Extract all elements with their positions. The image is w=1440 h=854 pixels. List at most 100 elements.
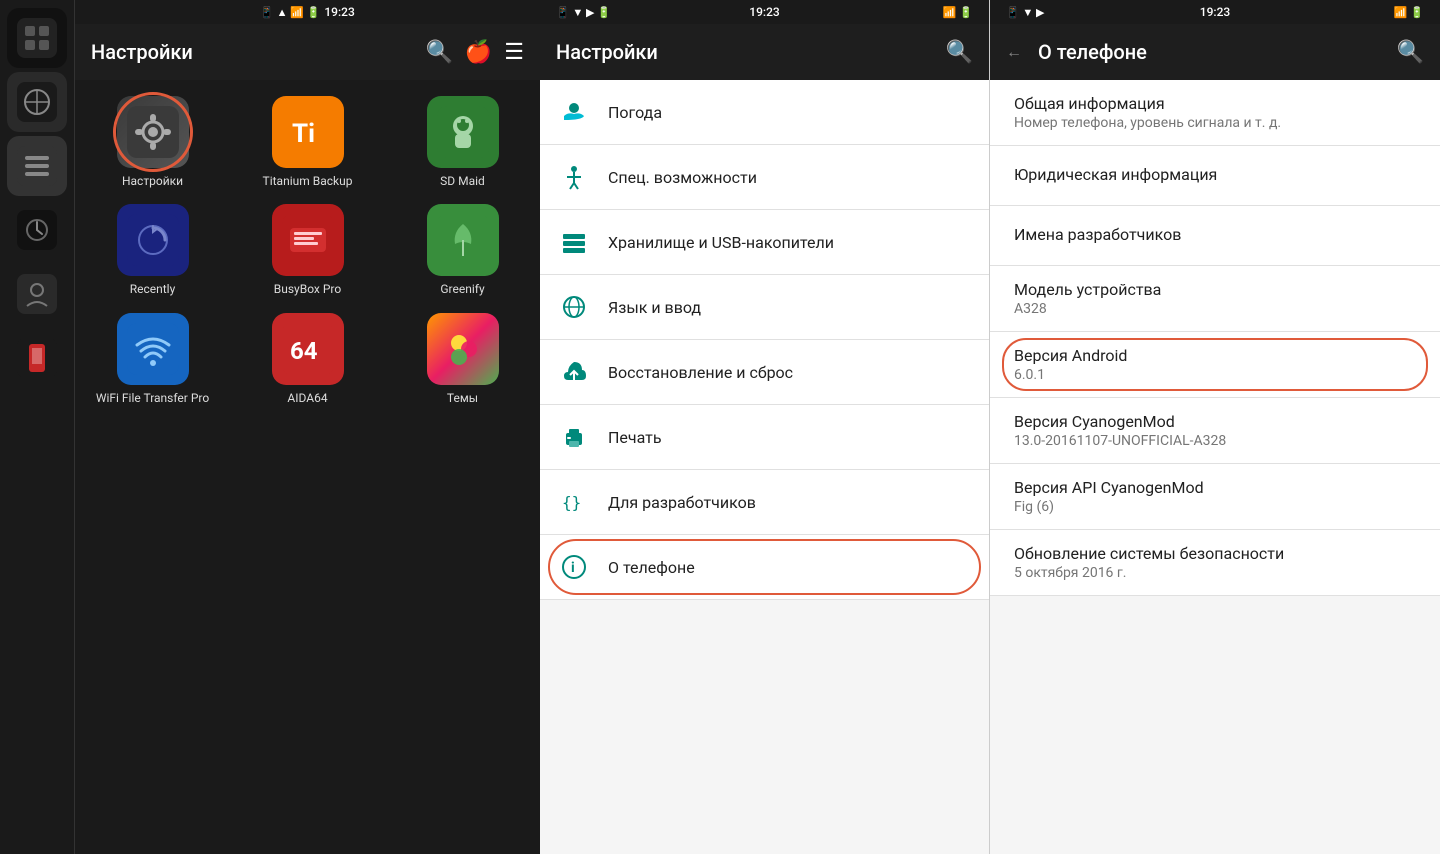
titanium-label: Titanium Backup (263, 174, 353, 188)
settings-item-accessibility[interactable]: Спец. возможности (540, 145, 989, 210)
app-nastroyki[interactable]: Настройки (83, 96, 222, 188)
language-label: Язык и ввод (608, 298, 701, 317)
aida-label: AIDA64 (287, 391, 327, 405)
about-general-title: Общая информация (1014, 94, 1416, 113)
about-cm-version[interactable]: Версия CyanogenMod 13.0-20161107-UNOFFIC… (990, 398, 1440, 464)
about-api-value: Fig (6) (1014, 499, 1416, 515)
about-search-icon[interactable]: 🔍 (1397, 40, 1424, 65)
aida-icon: 64 (272, 313, 344, 385)
settings-item-language[interactable]: Язык и ввод (540, 275, 989, 340)
settings-header-title: Настройки (556, 40, 934, 64)
accessibility-icon (556, 159, 592, 195)
settings-item-about[interactable]: i О телефоне (540, 535, 989, 600)
about-icon: i (556, 549, 592, 585)
accessibility-label: Спец. возможности (608, 168, 757, 187)
busybox-icon (272, 204, 344, 276)
about-legal-title: Юридическая информация (1014, 165, 1416, 184)
about-model-value: A328 (1014, 301, 1416, 317)
android-version-wrapper: Версия Android 6.0.1 (1014, 346, 1416, 383)
weather-icon (556, 94, 592, 130)
storage-label: Хранилище и USB-накопители (608, 233, 834, 252)
settings-list: Погода Спец. возможности (540, 80, 989, 854)
weather-label: Погода (608, 103, 662, 122)
side-icon-3[interactable] (7, 136, 67, 196)
about-panel: 📱 ▼ ▶ 19:23 📶 🔋 ← О телефоне 🔍 Общая инф… (990, 0, 1440, 854)
app-recently[interactable]: Recently (83, 204, 222, 296)
side-icon-4[interactable] (7, 200, 67, 260)
side-icon-5[interactable] (7, 264, 67, 324)
print-icon (556, 419, 592, 455)
app-grid: Настройки Ti Titanium Backup (75, 80, 540, 854)
app-aida[interactable]: 64 AIDA64 (238, 313, 377, 405)
about-general[interactable]: Общая информация Номер телефона, уровень… (990, 80, 1440, 146)
svg-text:64: 64 (290, 337, 318, 365)
about-android-value: 6.0.1 (1014, 367, 1416, 383)
about-devnames[interactable]: Имена разработчиков (990, 206, 1440, 266)
middle-header: Настройки 🔍 🍎 ☰ (75, 24, 540, 80)
nastroyki-label: Настройки (122, 174, 183, 188)
about-legal[interactable]: Юридическая информация (990, 146, 1440, 206)
about-general-value: Номер телефона, уровень сигнала и т. д. (1014, 115, 1416, 131)
middle-search-icon[interactable]: 🔍 (425, 40, 452, 65)
about-security-title: Обновление системы безопасности (1014, 544, 1416, 563)
middle-menu-icon[interactable]: ☰ (504, 40, 524, 65)
about-cm-title: Версия CyanogenMod (1014, 412, 1416, 431)
nastroyki-circle (113, 92, 193, 172)
about-security-value: 5 октября 2016 г. (1014, 565, 1416, 581)
settings-search-icon[interactable]: 🔍 (946, 40, 973, 65)
backup-label: Восстановление и сброс (608, 363, 793, 382)
svg-text:{}: {} (562, 493, 581, 512)
developer-icon: {} (556, 484, 592, 520)
app-titanium[interactable]: Ti Titanium Backup (238, 96, 377, 188)
themes-label: Темы (447, 391, 478, 405)
recently-icon (117, 204, 189, 276)
about-label: О телефоне (608, 558, 695, 577)
settings-header: Настройки 🔍 (540, 24, 989, 80)
print-label: Печать (608, 428, 662, 447)
settings-panel: 📱 ▼ ▶ 🔋 19:23 📶 🔋 Настройки 🔍 Погода (540, 0, 990, 854)
developer-label: Для разработчиков (608, 493, 756, 512)
about-api-version[interactable]: Версия API CyanogenMod Fig (6) (990, 464, 1440, 530)
about-list: Общая информация Номер телефона, уровень… (990, 80, 1440, 854)
about-api-title: Версия API CyanogenMod (1014, 478, 1416, 497)
settings-item-weather[interactable]: Погода (540, 80, 989, 145)
back-arrow[interactable]: ← (1006, 42, 1022, 62)
about-android-title: Версия Android (1014, 346, 1416, 365)
greenify-icon (427, 204, 499, 276)
settings-item-storage[interactable]: Хранилище и USB-накопители (540, 210, 989, 275)
settings-status-bar: 📱 ▼ ▶ 🔋 19:23 📶 🔋 (540, 0, 989, 24)
recently-label: Recently (130, 282, 176, 296)
middle-apple-icon[interactable]: 🍎 (465, 40, 492, 65)
about-status-time: 19:23 (1200, 5, 1230, 19)
about-android-version[interactable]: Версия Android 6.0.1 (990, 332, 1440, 398)
side-icon-1[interactable] (7, 8, 67, 68)
about-header-title: О телефоне (1038, 40, 1389, 64)
settings-item-backup[interactable]: Восстановление и сброс (540, 340, 989, 405)
about-header: ← О телефоне 🔍 (990, 24, 1440, 80)
middle-panel: 📱 ▲ 📶 🔋 19:23 Настройки 🔍 🍎 ☰ (75, 0, 540, 854)
app-themes[interactable]: Темы (393, 313, 532, 405)
app-greenify[interactable]: Greenify (393, 204, 532, 296)
about-cm-value: 13.0-20161107-UNOFFICIAL-A328 (1014, 433, 1416, 449)
themes-icon (427, 313, 499, 385)
backup-icon (556, 354, 592, 390)
titanium-icon: Ti (272, 96, 344, 168)
greenify-label: Greenify (440, 282, 484, 296)
about-model[interactable]: Модель устройства A328 (990, 266, 1440, 332)
busybox-label: BusyBox Pro (274, 282, 341, 296)
right-section: 📱 ▼ ▶ 🔋 19:23 📶 🔋 Настройки 🔍 Погода (540, 0, 1440, 854)
wifi-label: WiFi File Transfer Pro (96, 391, 209, 405)
about-devnames-title: Имена разработчиков (1014, 225, 1416, 244)
app-busybox[interactable]: BusyBox Pro (238, 204, 377, 296)
wifi-icon (117, 313, 189, 385)
about-status-bar: 📱 ▼ ▶ 19:23 📶 🔋 (990, 0, 1440, 24)
app-sdmaid[interactable]: SD Maid (393, 96, 532, 188)
settings-item-print[interactable]: Печать (540, 405, 989, 470)
storage-icon (556, 224, 592, 260)
settings-item-developer[interactable]: {} Для разработчиков (540, 470, 989, 535)
about-security[interactable]: Обновление системы безопасности 5 октябр… (990, 530, 1440, 596)
app-wifi[interactable]: WiFi File Transfer Pro (83, 313, 222, 405)
side-icon-6[interactable] (7, 328, 67, 388)
side-icon-2[interactable] (7, 72, 67, 132)
left-sidebar (0, 0, 75, 854)
